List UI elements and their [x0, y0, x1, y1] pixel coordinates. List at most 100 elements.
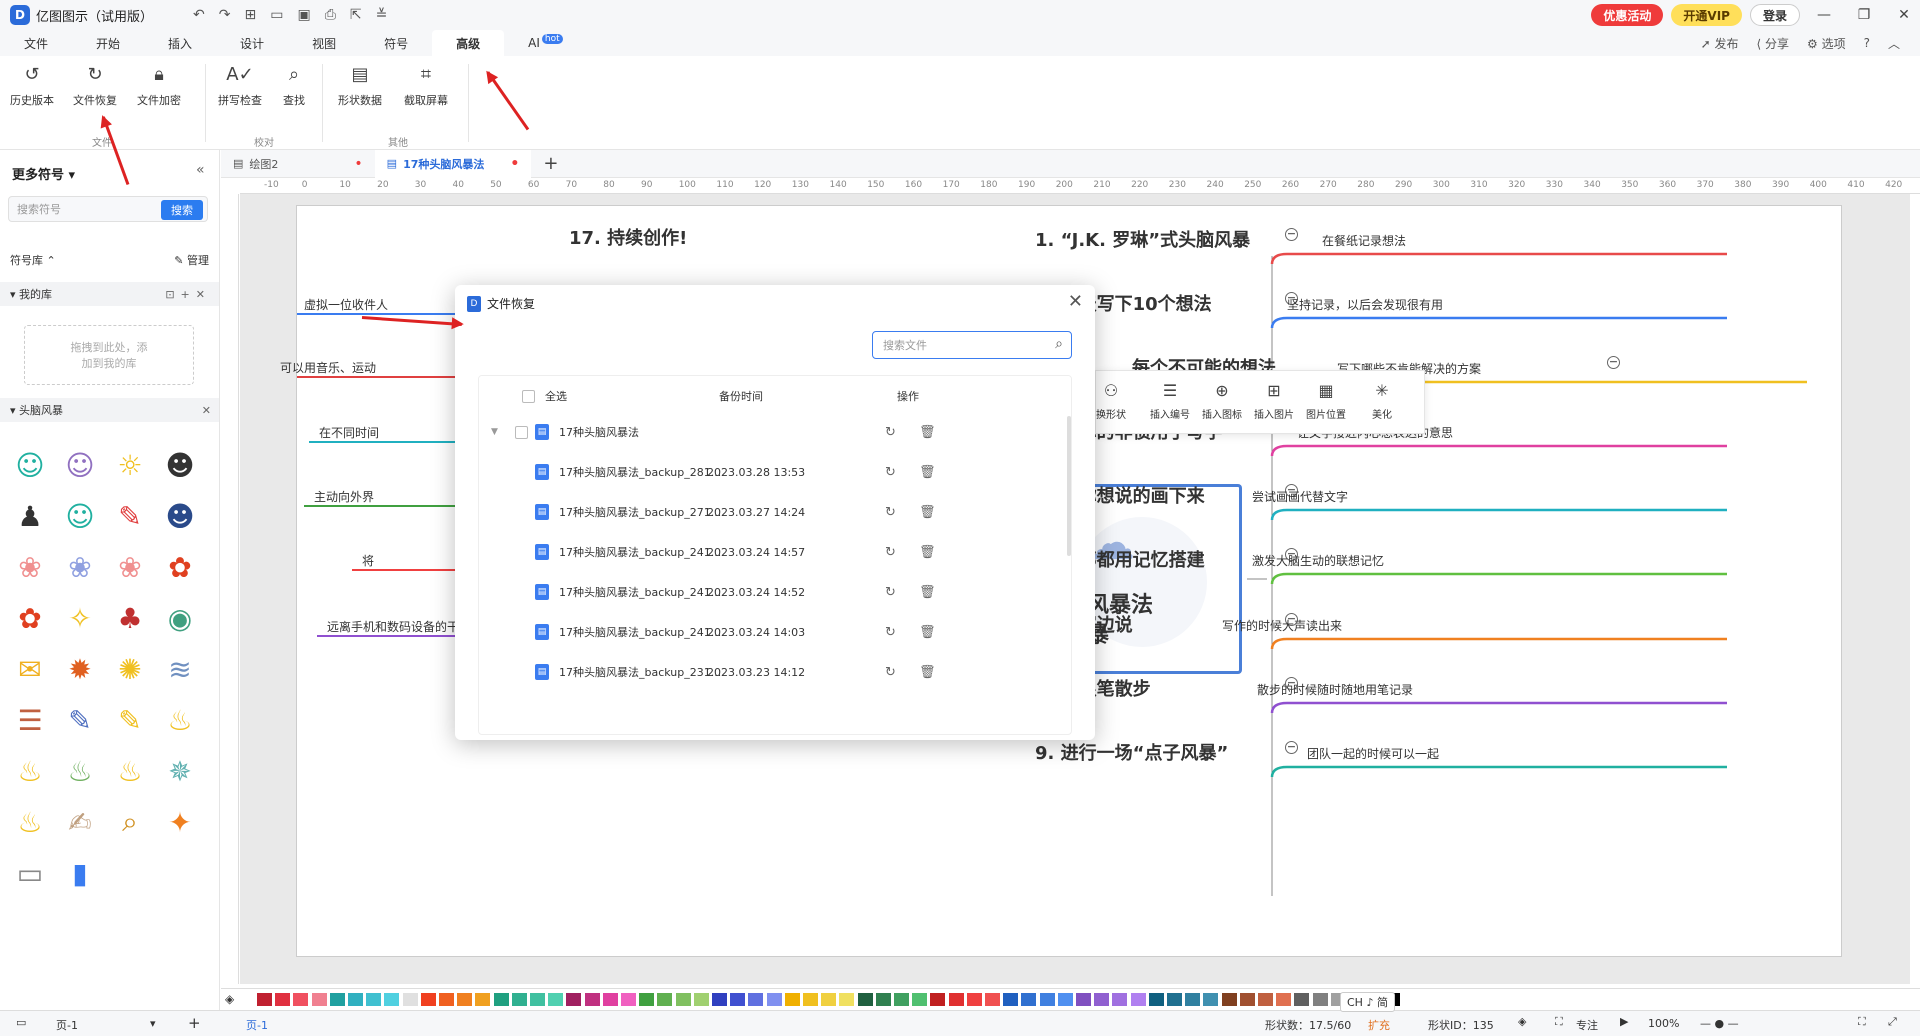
brainstorm-symbol-icon[interactable]: ✎ [110, 496, 150, 536]
menu-home[interactable]: 开始 [72, 30, 144, 56]
color-swatch[interactable] [1003, 993, 1019, 1006]
brainstorm-symbol-icon[interactable]: ☰ [10, 700, 50, 740]
file-search-input[interactable]: 搜索文件 ⌕ [872, 331, 1072, 359]
brainstorm-symbol-icon[interactable]: ✦ [160, 802, 200, 842]
brainstorm-symbol-icon[interactable]: ♨ [10, 751, 50, 791]
color-swatch[interactable] [420, 993, 436, 1006]
color-swatch[interactable] [439, 993, 454, 1006]
share-button[interactable]: ⟨ 分享 [1757, 35, 1790, 52]
restore-icon[interactable]: ❐ [1848, 7, 1880, 23]
panel-title[interactable]: 更多符号 ▾ [12, 164, 75, 183]
color-swatch[interactable] [1167, 993, 1182, 1006]
delete-icon[interactable]: 🗑︎ [919, 505, 936, 520]
color-swatch[interactable] [402, 993, 418, 1006]
redo-icon[interactable]: ↷ [219, 7, 231, 23]
color-swatch[interactable] [1258, 993, 1273, 1006]
symbol-search-input[interactable]: 搜索符号 搜索 [8, 196, 208, 222]
branch-note[interactable]: 尝试画画代替文字 [1252, 488, 1348, 505]
color-swatch[interactable] [1076, 993, 1091, 1006]
menu-insert[interactable]: 插入 [144, 30, 216, 56]
restore-icon[interactable]: ↻ [885, 425, 896, 440]
brainstorm-symbol-icon[interactable]: ☻ [160, 496, 200, 536]
drop-area[interactable]: 拖拽到此处，添 加到我的库 [24, 325, 194, 385]
backup-row[interactable]: ▤ 17种头脑风暴法_backup_231... 2023.03.23 14:1… [479, 652, 1071, 692]
brainstorm-symbol-icon[interactable]: ✹ [60, 649, 100, 689]
restore-icon[interactable]: ↻ [885, 665, 896, 680]
brainstorm-symbol-icon[interactable]: ✎ [110, 700, 150, 740]
symbol-search-button[interactable]: 搜索 [161, 200, 203, 220]
minimize-icon[interactable]: — [1808, 7, 1840, 23]
branch-note[interactable]: 将 [362, 552, 374, 569]
page-layout-icon[interactable]: ▭ [16, 1016, 26, 1029]
branch-note[interactable]: 写作的时候大声读出来 [1222, 617, 1342, 634]
collapse-icon[interactable]: − [1607, 356, 1620, 369]
new-tab-icon[interactable]: + [543, 153, 558, 174]
brainstorm-symbol-icon[interactable]: ▮ [60, 853, 100, 893]
color-swatch[interactable] [894, 993, 909, 1006]
page-dropdown-icon[interactable]: ▾ [150, 1017, 156, 1030]
menu-ai[interactable]: AI hot [504, 30, 587, 56]
image-position-button[interactable]: ▦ 图片位置 [1306, 381, 1346, 421]
color-swatch[interactable] [948, 993, 964, 1006]
vip-button[interactable]: 开通VIP [1671, 4, 1742, 26]
brainstorm-symbol-icon[interactable]: ☺ [10, 445, 50, 485]
color-swatch[interactable] [784, 993, 800, 1006]
undo-icon[interactable]: ↶ [193, 7, 205, 23]
color-swatch[interactable] [348, 993, 363, 1006]
brainstorm-symbol-icon[interactable]: ✉ [10, 649, 50, 689]
brainstorm-symbol-icon[interactable]: ♟ [10, 496, 50, 536]
brainstorm-symbol-icon[interactable]: ✵ [160, 751, 200, 791]
focus-icon[interactable]: ⛶ [1555, 1015, 1563, 1029]
backup-row[interactable]: ▤ 17种头脑风暴法_backup_241... 2023.03.24 14:5… [479, 572, 1071, 612]
backup-row[interactable]: ▤ 17种头脑风暴法_backup_241... 2023.03.24 14:5… [479, 532, 1071, 572]
fullscreen-icon[interactable]: ⤢ [1888, 1015, 1897, 1029]
branch-note[interactable]: 坚持记录，以后会发现很有用 [1287, 296, 1443, 313]
brainstorm-symbol-icon[interactable]: ☺ [60, 496, 100, 536]
publish-button[interactable]: ➚ 发布 [1701, 35, 1739, 52]
file-encrypt-button[interactable]: 🔒︎ 文件加密 [137, 64, 181, 108]
delete-icon[interactable]: 🗑︎ [919, 465, 936, 480]
branch-note[interactable]: 远离手机和数码设备的干扰 [327, 618, 471, 635]
save-icon[interactable]: ▣ [297, 7, 310, 23]
color-swatch[interactable] [803, 993, 818, 1006]
symbol-library-row[interactable]: 符号库 ⌃ ✎ 管理 [0, 248, 219, 272]
layers-icon[interactable]: ◈ [1518, 1015, 1526, 1028]
zoom-level[interactable]: 100% [1648, 1017, 1679, 1030]
list-scrollbar[interactable] [1067, 416, 1071, 556]
delete-icon[interactable]: 🗑︎ [919, 545, 936, 560]
color-swatch[interactable] [639, 993, 655, 1006]
login-button[interactable]: 登录 [1749, 4, 1800, 26]
insert-image-button[interactable]: ⊞ 插入图片 [1254, 381, 1294, 421]
promo-button[interactable]: 优惠活动 [1591, 4, 1664, 26]
play-icon[interactable]: ▶ [1620, 1015, 1628, 1028]
color-swatch[interactable] [329, 993, 345, 1006]
restore-icon[interactable]: ↻ [885, 505, 896, 520]
color-swatch[interactable] [366, 993, 382, 1006]
collapse-icon[interactable]: − [1285, 741, 1298, 754]
export-icon[interactable]: ⇱ [350, 7, 362, 23]
brainstorm-section[interactable]: ▾ 头脑风暴 ✕ [0, 398, 219, 422]
delete-icon[interactable]: 🗑︎ [919, 585, 936, 600]
spell-check-button[interactable]: A✓ 拼写检查 [218, 64, 262, 108]
branch-note[interactable]: 散步的时候随时随地用笔记录 [1257, 681, 1413, 698]
color-swatch[interactable] [693, 993, 709, 1006]
fit-page-icon[interactable]: ⛶ [1858, 1015, 1866, 1029]
color-swatch[interactable] [293, 993, 309, 1006]
color-swatch[interactable] [257, 993, 272, 1006]
collapse-icon[interactable]: − [1285, 228, 1298, 241]
tab-brainstorm[interactable]: ▤ 17种头脑风暴法 • [374, 149, 532, 178]
color-swatch[interactable] [1039, 993, 1055, 1006]
select-all-checkbox[interactable] [522, 389, 535, 403]
color-swatch[interactable] [730, 993, 746, 1006]
color-swatch[interactable] [511, 993, 527, 1006]
restore-icon[interactable]: ↻ [885, 545, 896, 560]
print-icon[interactable]: ⎙ [325, 7, 336, 23]
brainstorm-symbol-icon[interactable]: ✧ [60, 598, 100, 638]
color-swatch[interactable] [857, 993, 873, 1006]
help-icon[interactable]: ? [1864, 36, 1870, 50]
options-button[interactable]: ⚙ 选项 [1807, 35, 1846, 52]
brainstorm-symbol-icon[interactable]: ❀ [60, 547, 100, 587]
brainstorm-symbol-icon[interactable]: ♨ [60, 751, 100, 791]
page-tab[interactable]: 页-1 [246, 1017, 268, 1033]
color-swatch[interactable] [275, 993, 291, 1006]
